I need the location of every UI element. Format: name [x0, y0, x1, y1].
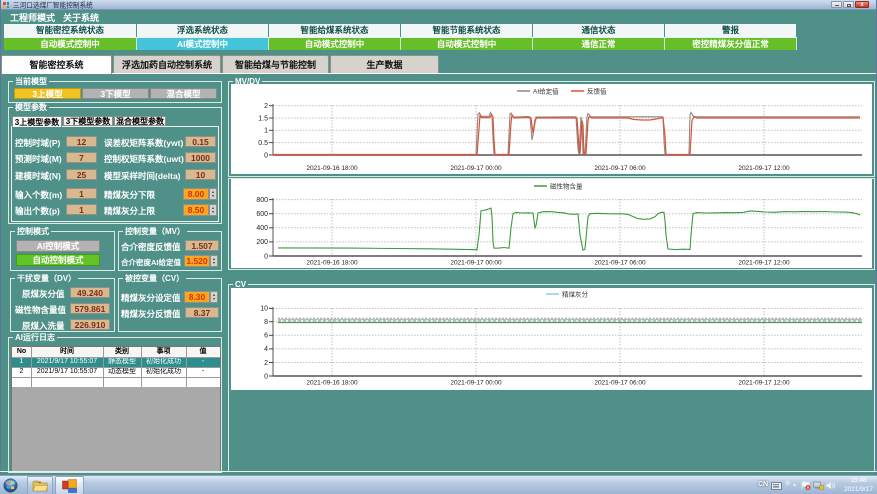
svg-text:2021-09-16 18:00: 2021-09-16 18:00 [306, 165, 358, 172]
svg-text:2021-09-17 06:00: 2021-09-17 06:00 [594, 260, 646, 267]
svg-text:8: 8 [264, 319, 268, 326]
svg-text:2021-09-16 18:00: 2021-09-16 18:00 [306, 380, 358, 387]
svg-text:800: 800 [256, 197, 268, 204]
svg-text:2021-09-17 06:00: 2021-09-17 06:00 [594, 380, 646, 387]
svg-text:2021-09-17 00:00: 2021-09-17 00:00 [450, 380, 502, 387]
svg-text:0.5: 0.5 [258, 140, 268, 147]
svg-text:10: 10 [260, 306, 268, 313]
svg-text:2021-09-17 00:00: 2021-09-17 00:00 [450, 165, 502, 172]
svg-text:0: 0 [264, 253, 268, 260]
svg-text:200: 200 [256, 239, 268, 246]
svg-text:AI给定值: AI给定值 [533, 87, 559, 96]
svg-text:2021-09-17 00:00: 2021-09-17 00:00 [450, 260, 502, 267]
svg-text:1: 1 [264, 128, 268, 135]
svg-text:反馈值: 反馈值 [587, 87, 607, 96]
svg-text:2021-09-17 12:00: 2021-09-17 12:00 [738, 260, 790, 267]
svg-text:0: 0 [264, 152, 268, 159]
svg-text:2021-09-17 12:00: 2021-09-17 12:00 [738, 380, 790, 387]
svg-text:2021-09-16 18:00: 2021-09-16 18:00 [306, 260, 358, 267]
svg-text:6: 6 [264, 333, 268, 340]
svg-text:2: 2 [264, 103, 268, 110]
svg-text:1.5: 1.5 [258, 115, 268, 122]
svg-text:0: 0 [264, 373, 268, 380]
svg-text:600: 600 [256, 211, 268, 218]
svg-text:2021-09-17 06:00: 2021-09-17 06:00 [594, 165, 646, 172]
svg-text:2021-09-17 12:00: 2021-09-17 12:00 [738, 165, 790, 172]
svg-text:400: 400 [256, 225, 268, 232]
svg-text:精煤灰分: 精煤灰分 [562, 290, 589, 299]
svg-text:磁性物含量: 磁性物含量 [550, 182, 583, 191]
svg-text:4: 4 [264, 346, 268, 353]
svg-text:2: 2 [264, 360, 268, 367]
